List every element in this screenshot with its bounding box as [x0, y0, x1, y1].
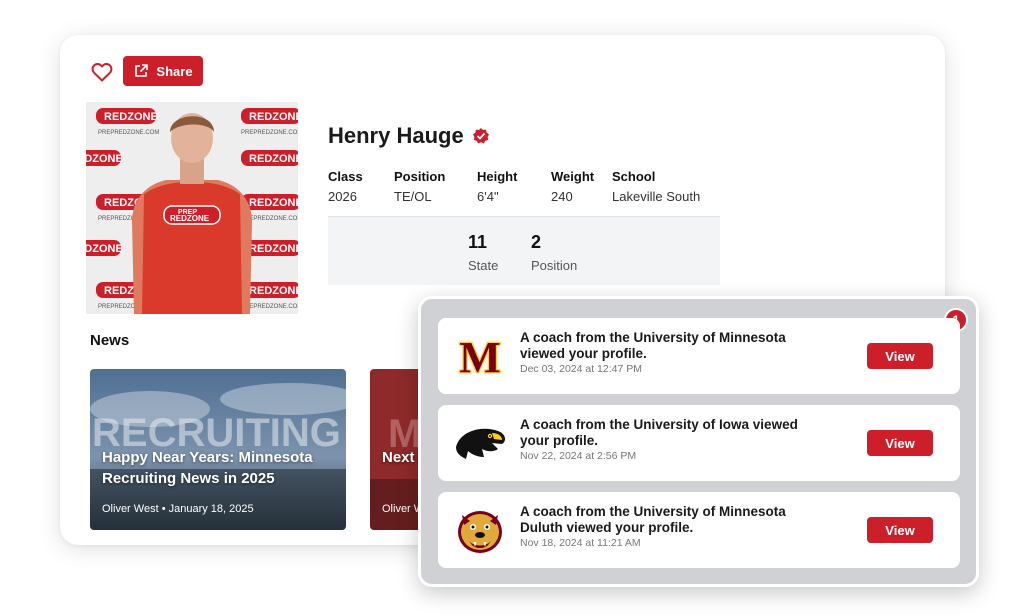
svg-text:REDZONE: REDZONE — [249, 153, 298, 165]
player-name: Henry Hauge — [328, 123, 464, 148]
rank-position: 2 Position — [531, 232, 578, 273]
news-card[interactable]: RECRUITING Happy Near Years: Minnesota R… — [90, 369, 346, 530]
notification-item: A coach from the University of Iowa view… — [438, 405, 960, 481]
verified-badge-icon — [472, 128, 489, 144]
notification-time: Dec 03, 2024 at 12:47 PM — [520, 363, 642, 375]
minnesota-m-logo-icon: M — [452, 332, 508, 380]
stat-school: School Lakeville South — [612, 169, 701, 204]
svg-text:REDZONE: REDZONE — [249, 111, 298, 123]
notification-item: M A coach from the University of Minneso… — [438, 318, 960, 394]
stat-position: Position TE/OL — [394, 169, 446, 204]
svg-text:REDZONE: REDZONE — [86, 243, 123, 255]
rank-state: 11 State — [468, 232, 499, 273]
umd-bulldog-logo-icon — [452, 506, 508, 554]
svg-text:REDZONE: REDZONE — [249, 243, 298, 255]
view-button[interactable]: View — [867, 430, 933, 456]
player-stats: Class 2026 Position TE/OL Height 6'4" We… — [328, 169, 732, 204]
stat-height: Height 6'4" — [477, 169, 518, 204]
stat-weight: Weight 240 — [551, 169, 595, 204]
news-meta: Oliver West • January 18, 2025 — [102, 503, 254, 515]
notification-message: A coach from the University of Minnesota… — [520, 504, 786, 535]
svg-text:REDZONE: REDZONE — [249, 197, 298, 209]
share-button[interactable]: Share — [123, 56, 203, 86]
svg-text:PREPREDZONE.COM: PREPREDZONE.COM — [241, 130, 298, 136]
player-photo: REDZONE REDZONE REDZONE REDZONE REDZONE … — [86, 102, 298, 314]
external-link-icon — [135, 64, 149, 77]
stat-class: Class 2026 — [328, 169, 363, 204]
notification-text: A coach from the University of Minnesota… — [520, 330, 820, 375]
svg-text:REDZONE: REDZONE — [170, 214, 210, 223]
notification-time: Nov 18, 2024 at 11:21 AM — [520, 537, 641, 549]
notification-text: A coach from the University of Iowa view… — [520, 417, 820, 462]
notification-time: Nov 22, 2024 at 2:56 PM — [520, 450, 637, 462]
svg-text:REDZONE: REDZONE — [104, 111, 158, 123]
iowa-hawkeye-logo-icon — [452, 419, 508, 467]
notification-message: A coach from the University of Iowa view… — [520, 417, 798, 448]
notification-text: A coach from the University of Minnesota… — [520, 504, 820, 549]
svg-text:M: M — [459, 336, 501, 376]
view-button[interactable]: View — [867, 517, 933, 543]
view-button[interactable]: View — [867, 343, 933, 369]
news-heading: News — [90, 332, 130, 349]
share-label: Share — [156, 63, 193, 79]
player-name-row: Henry Hauge — [328, 123, 490, 149]
rankings-box: 11 State 2 Position — [328, 216, 720, 285]
svg-text:REDZONE: REDZONE — [86, 153, 123, 165]
news-title: Happy Near Years: Minnesota Recruiting N… — [102, 449, 313, 487]
favorite-heart-icon[interactable] — [90, 60, 114, 84]
notification-item: A coach from the University of Minnesota… — [438, 492, 960, 568]
svg-text:PREPREDZONE.COM: PREPREDZONE.COM — [98, 130, 159, 136]
notification-message: A coach from the University of Minnesota… — [520, 330, 786, 361]
svg-text:REDZONE: REDZONE — [249, 285, 298, 297]
